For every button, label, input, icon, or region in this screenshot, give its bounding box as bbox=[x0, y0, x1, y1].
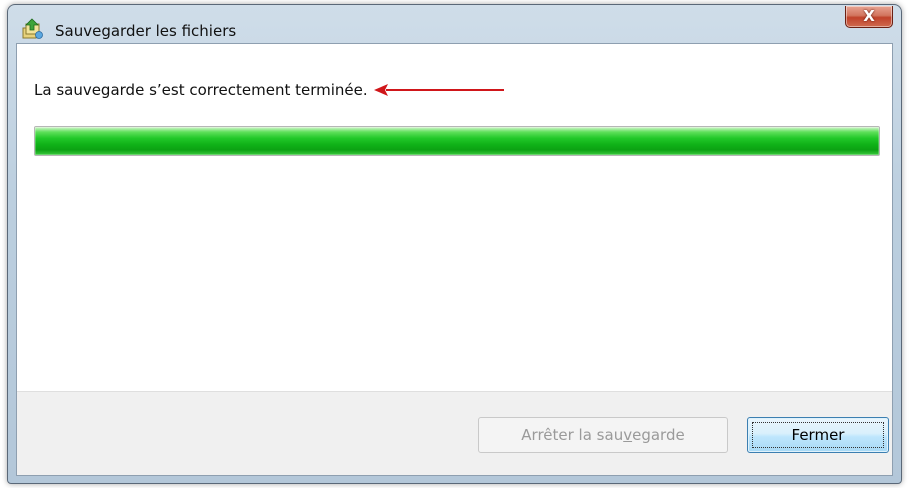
dialog-client-area: La sauvegarde s’est correctement terminé… bbox=[16, 43, 893, 476]
dialog-window: Sauvegarder les fichiers X La sauvegarde… bbox=[7, 4, 902, 484]
stop-backup-button[interactable]: Arrêter la sau v egarde bbox=[478, 417, 728, 453]
close-window-button[interactable]: X bbox=[845, 6, 893, 28]
stop-backup-label-a: Arrêter la sau bbox=[521, 426, 624, 444]
progress-fill bbox=[35, 127, 879, 155]
close-icon: X bbox=[863, 7, 875, 25]
window-title: Sauvegarder les fichiers bbox=[55, 22, 237, 40]
red-arrow-left-icon bbox=[373, 84, 504, 96]
stop-backup-label-b: egarde bbox=[632, 426, 685, 444]
content-area: La sauvegarde s’est correctement terminé… bbox=[17, 44, 892, 391]
button-bar: Arrêter la sau v egarde Fermer bbox=[17, 391, 892, 475]
backup-files-icon bbox=[22, 18, 43, 39]
progress-bar bbox=[34, 126, 880, 156]
status-row: La sauvegarde s’est correctement terminé… bbox=[34, 80, 504, 100]
close-button-label: Fermer bbox=[791, 426, 845, 444]
close-button[interactable]: Fermer bbox=[747, 417, 889, 453]
status-message: La sauvegarde s’est correctement terminé… bbox=[34, 81, 368, 99]
title-bar[interactable]: Sauvegarder les fichiers X bbox=[8, 5, 901, 47]
stop-backup-label-accel: v bbox=[623, 426, 633, 444]
